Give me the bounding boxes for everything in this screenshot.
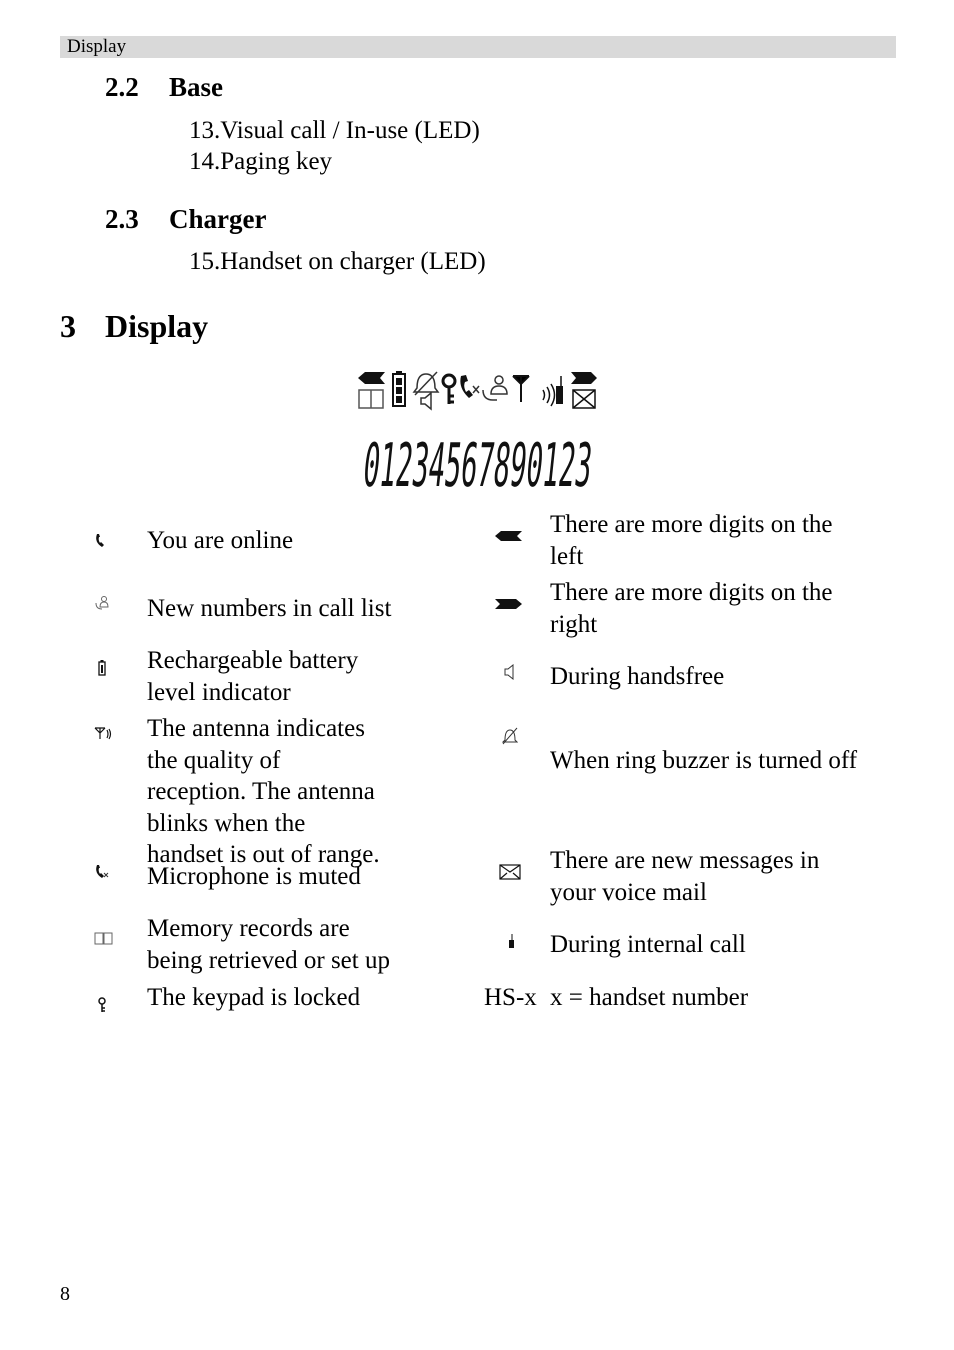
key-icon: [441, 373, 457, 404]
mute-icon: [90, 861, 114, 883]
phonebook-icon: [358, 389, 384, 409]
key-icon: [90, 992, 114, 1018]
legend-text: The antenna indicates the quality of rec…: [147, 715, 380, 868]
speaker-icon: [498, 661, 522, 683]
intercom-icon: [500, 929, 520, 951]
section-title: Charger: [169, 204, 267, 234]
phone-online-icon: [90, 525, 110, 556]
section-number: 2.3: [105, 204, 139, 234]
running-header: Display: [60, 36, 896, 58]
page-number: 8: [60, 1283, 70, 1305]
list-item: 15.Handset on charger (LED): [189, 248, 486, 275]
arrow-left-icon: [490, 525, 526, 547]
battery-icon: [392, 371, 406, 407]
call-list-icon: [90, 593, 114, 613]
envelope-icon: [496, 861, 524, 883]
lcd-display-illustration: 01234567890123: [355, 368, 605, 501]
arrow-left-icon: [358, 372, 385, 384]
antenna-icon: [90, 723, 116, 743]
list-item: 14.Paging key: [189, 148, 333, 175]
legend-text: New numbers in call list: [147, 595, 392, 622]
legend-text: There are more digits on the right: [550, 579, 833, 638]
legend-text: Memory records are being retrieved or se…: [147, 915, 390, 974]
speaker-icon: [420, 391, 432, 411]
legend-text: You are online: [147, 527, 294, 554]
chapter-title: Display: [105, 308, 209, 344]
intercom-icon: [542, 376, 563, 407]
legend-text: There are new messages in your voice mai…: [550, 847, 820, 906]
call-list-icon: [482, 375, 508, 401]
legend-text: When ring buzzer is turned off: [550, 747, 858, 774]
legend-text: The keypad is locked: [147, 984, 361, 1011]
chapter-number: 3: [60, 308, 76, 344]
legend-text: Rechargeable battery level indicator: [147, 647, 359, 706]
legend-label: HS-x: [484, 984, 537, 1011]
running-header-label: Display: [67, 36, 127, 57]
battery-icon: [94, 657, 110, 679]
envelope-icon: [572, 389, 596, 409]
legend-text: During handsfree: [550, 663, 725, 690]
legend-text: x = handset number: [550, 984, 749, 1011]
section-title: Base: [169, 72, 223, 102]
mute-icon: [460, 375, 480, 398]
legend-text: During internal call: [550, 931, 746, 958]
ringer-off-icon: [412, 371, 440, 396]
ringer-off-icon: [498, 725, 522, 747]
legend-text: There are more digits on the left: [550, 511, 833, 570]
section-number: 2.2: [105, 72, 139, 102]
antenna-icon: [512, 375, 530, 402]
list-item: 13.Visual call / In-use (LED): [189, 117, 480, 144]
legend-text: Microphone is muted: [147, 863, 361, 890]
phonebook-icon: [92, 927, 116, 949]
arrow-right-icon: [490, 593, 526, 615]
lcd-digits: 01234567890123: [360, 431, 595, 493]
arrow-right-icon: [571, 372, 597, 384]
